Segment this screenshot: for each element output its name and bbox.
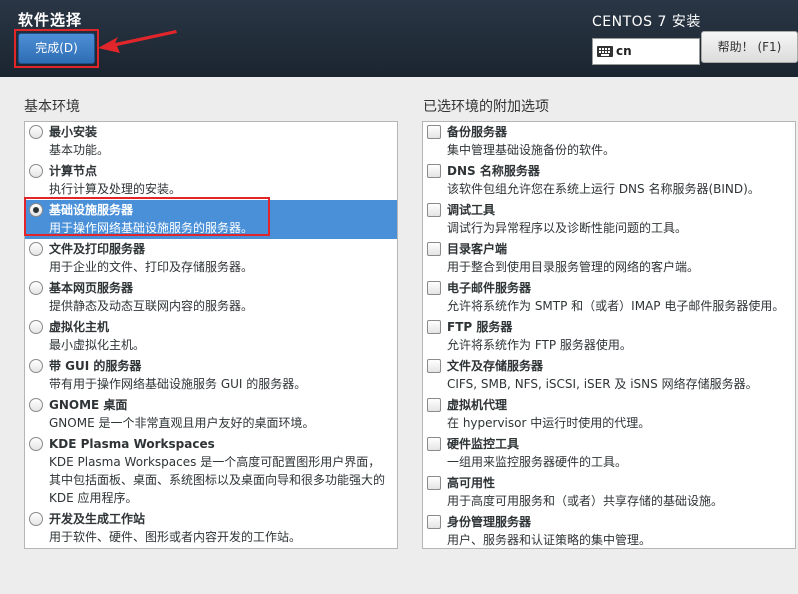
option-description: CIFS, SMB, NFS, iSCSI, iSER 及 iSNS 网络存储服… xyxy=(447,377,758,391)
option-title: DNS 名称服务器 xyxy=(447,164,540,178)
checkbox[interactable] xyxy=(427,242,441,256)
radio-button[interactable] xyxy=(29,398,43,412)
checkbox[interactable] xyxy=(427,203,441,217)
checkbox[interactable] xyxy=(427,281,441,295)
addon-option[interactable]: 虚拟机代理在 hypervisor 中运行时使用的代理。 xyxy=(423,395,795,434)
option-description: 提供静态及动态互联网内容的服务器。 xyxy=(49,299,254,313)
option-description: 一组用来监控服务器硬件的工具。 xyxy=(447,455,628,469)
option-description: GNOME 是一个非常直观且用户友好的桌面环境。 xyxy=(49,416,315,430)
option-description: 用于软件、硬件、图形或者内容开发的工作站。 xyxy=(49,530,302,544)
option-description: 最小虚拟化主机。 xyxy=(49,338,146,352)
radio-button[interactable] xyxy=(29,125,43,139)
option-title: 文件及打印服务器 xyxy=(49,242,146,256)
keyboard-layout-indicator[interactable]: cn xyxy=(592,38,700,65)
base-environment-label: 基本环境 xyxy=(24,99,80,115)
option-description: 带有用于操作网络基础设施服务 GUI 的服务器。 xyxy=(49,377,307,391)
option-title: 电子邮件服务器 xyxy=(447,281,532,295)
checkbox[interactable] xyxy=(427,476,441,490)
option-description: 该软件包组允许您在系统上运行 DNS 名称服务器(BIND)。 xyxy=(447,182,760,196)
addon-option[interactable]: FTP 服务器允许将系统作为 FTP 服务器使用。 xyxy=(423,317,795,356)
option-description: 用于企业的文件、打印及存储服务器。 xyxy=(49,260,254,274)
keyboard-layout-label: cn xyxy=(616,44,632,58)
option-title: 带 GUI 的服务器 xyxy=(49,359,142,373)
option-title: 目录客户端 xyxy=(447,242,508,256)
radio-button[interactable] xyxy=(29,359,43,373)
checkbox[interactable] xyxy=(427,437,441,451)
option-description: 用于高度可用服务和（或者）共享存储的基础设施。 xyxy=(447,494,724,508)
keyboard-icon xyxy=(597,46,613,57)
option-description: 集中管理基础设施备份的软件。 xyxy=(447,143,616,157)
checkbox[interactable] xyxy=(427,398,441,412)
radio-button[interactable] xyxy=(29,164,43,178)
addon-option[interactable]: 备份服务器集中管理基础设施备份的软件。 xyxy=(423,122,795,161)
option-description: 用于操作网络基础设施服务的服务器。 xyxy=(49,221,254,235)
option-title: 调试工具 xyxy=(447,203,496,217)
checkbox[interactable] xyxy=(427,125,441,139)
page-title: 软件选择 xyxy=(18,11,83,29)
red-arrow-icon xyxy=(98,30,177,53)
radio-button[interactable] xyxy=(29,242,43,256)
environment-option[interactable]: 基础设施服务器用于操作网络基础设施服务的服务器。 xyxy=(25,200,397,239)
option-title: FTP 服务器 xyxy=(447,320,513,334)
option-title: 基本网页服务器 xyxy=(49,281,134,295)
environment-option[interactable]: 带 GUI 的服务器带有用于操作网络基础设施服务 GUI 的服务器。 xyxy=(25,356,397,395)
environment-option[interactable]: 最小安装 基本功能。 xyxy=(25,122,397,161)
environment-option[interactable]: 文件及打印服务器用于企业的文件、打印及存储服务器。 xyxy=(25,239,397,278)
option-description: KDE Plasma Workspaces 是一个高度可配置图形用户界面，其中包… xyxy=(49,455,386,505)
option-description: 允许将系统作为 SMTP 和（或者）IMAP 电子邮件服务器使用。 xyxy=(447,299,785,313)
addon-option[interactable]: 硬件监控工具一组用来监控服务器硬件的工具。 xyxy=(423,434,795,473)
checkbox[interactable] xyxy=(427,515,441,529)
top-bar: 软件选择 完成(D) CENTOS 7 安装 cn 帮助！ (F1) xyxy=(0,0,798,77)
checkbox[interactable] xyxy=(427,359,441,373)
option-title: 高可用性 xyxy=(447,476,496,490)
addon-option[interactable]: DNS 名称服务器该软件包组允许您在系统上运行 DNS 名称服务器(BIND)。 xyxy=(423,161,795,200)
done-button[interactable]: 完成(D) xyxy=(18,33,95,64)
addon-option[interactable]: 目录客户端用于整合到使用目录服务管理的网络的客户端。 xyxy=(423,239,795,278)
checkbox[interactable] xyxy=(427,164,441,178)
addon-option[interactable]: 文件及存储服务器 CIFS, SMB, NFS, iSCSI, iSER 及 iS… xyxy=(423,356,795,395)
environment-option[interactable]: KDE Plasma Workspaces KDE Plasma Workspac… xyxy=(25,434,397,509)
radio-button[interactable] xyxy=(29,281,43,295)
option-title: 开发及生成工作站 xyxy=(49,512,146,526)
checkbox[interactable] xyxy=(427,320,441,334)
option-description: 用户、服务器和认证策略的集中管理。 xyxy=(447,533,652,547)
option-title: 身份管理服务器 xyxy=(447,515,532,529)
addons-list: 备份服务器 集中管理基础设施备份的软件。 DNS 名称服务器 该软件包组允许您在系统上… xyxy=(422,121,796,549)
addon-option[interactable]: 高可用性用于高度可用服务和（或者）共享存储的基础设施。 xyxy=(423,473,795,512)
option-title: 虚拟化主机 xyxy=(49,320,110,334)
option-title: 备份服务器 xyxy=(447,125,508,139)
addon-option[interactable]: 调试工具调试行为异常程序以及诊断性能问题的工具。 xyxy=(423,200,795,239)
product-title: CENTOS 7 安装 xyxy=(592,14,701,30)
environment-option[interactable]: 开发及生成工作站用于软件、硬件、图形或者内容开发的工作站。 xyxy=(25,509,397,548)
radio-button[interactable] xyxy=(29,512,43,526)
option-description: 用于整合到使用目录服务管理的网络的客户端。 xyxy=(447,260,700,274)
option-description: 在 hypervisor 中运行时使用的代理。 xyxy=(447,416,651,430)
environment-option[interactable]: 计算节点执行计算及处理的安装。 xyxy=(25,161,397,200)
environment-option[interactable]: 基本网页服务器提供静态及动态互联网内容的服务器。 xyxy=(25,278,397,317)
option-description: 允许将系统作为 FTP 服务器使用。 xyxy=(447,338,632,352)
addons-label: 已选环境的附加选项 xyxy=(423,99,549,115)
base-environment-list: 最小安装基本功能。计算节点执行计算及处理的安装。 基础设施服务器用于操作网络基础设… xyxy=(24,121,398,549)
option-title: 基础设施服务器 xyxy=(49,203,134,217)
addon-option[interactable]: 身份管理服务器用户、服务器和认证策略的集中管理。 xyxy=(423,512,795,548)
option-title: KDE Plasma Workspaces xyxy=(49,437,215,451)
option-title: 计算节点 xyxy=(49,164,98,178)
option-title: 硬件监控工具 xyxy=(447,437,520,451)
help-button[interactable]: 帮助！ (F1) xyxy=(701,31,798,63)
radio-button[interactable] xyxy=(29,437,43,451)
addon-option[interactable]: 电子邮件服务器允许将系统作为 SMTP 和（或者）IMAP 电子邮件服务器使用。 xyxy=(423,278,795,317)
radio-button[interactable] xyxy=(29,203,43,217)
option-title: 文件及存储服务器 xyxy=(447,359,544,373)
option-title: 虚拟机代理 xyxy=(447,398,508,412)
option-title: 最小安装 xyxy=(49,125,98,139)
radio-button[interactable] xyxy=(29,320,43,334)
option-description: 执行计算及处理的安装。 xyxy=(49,182,182,196)
option-title: GNOME 桌面 xyxy=(49,398,128,412)
environment-option[interactable]: 虚拟化主机最小虚拟化主机。 xyxy=(25,317,397,356)
environment-option[interactable]: GNOME 桌面 GNOME 是一个非常直观且用户友好的桌面环境。 xyxy=(25,395,397,434)
option-description: 调试行为异常程序以及诊断性能问题的工具。 xyxy=(447,221,688,235)
option-description: 基本功能。 xyxy=(49,143,110,157)
